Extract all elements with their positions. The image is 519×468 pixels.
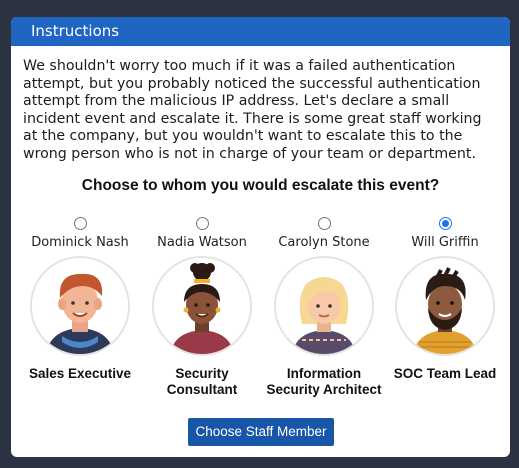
instructions-panel: Instructions We shouldn't worry too much… — [11, 17, 510, 457]
avatar-will-griffin[interactable] — [395, 256, 495, 356]
question-heading: Choose to whom you would escalate this e… — [81, 177, 440, 194]
staff-role: Information Security Architect — [266, 366, 382, 397]
radio-nadia-watson[interactable] — [195, 217, 209, 230]
staff-role: Sales Executive — [28, 366, 132, 381]
staff-name: Will Griffin — [411, 235, 479, 250]
avatar-dominick-nash[interactable] — [30, 256, 130, 356]
staff-name: Nadia Watson — [157, 235, 247, 250]
avatar-carolyn-stone[interactable] — [274, 256, 374, 356]
panel-title: Instructions — [11, 17, 510, 46]
staff-option-nadia-watson[interactable]: Nadia Watson Security Consultant — [141, 217, 263, 397]
staff-name: Carolyn Stone — [278, 235, 370, 250]
staff-role: SOC Team Lead — [393, 366, 497, 381]
staff-option-dominick-nash[interactable]: Dominick Nash Sales Executive — [19, 217, 141, 382]
staff-name: Dominick Nash — [31, 235, 129, 250]
instructions-text: We shouldn't worry too much if it was a … — [23, 58, 482, 162]
staff-option-carolyn-stone[interactable]: Carolyn Stone Information Security Archi… — [263, 217, 385, 397]
staff-role: Security Consultant — [166, 366, 238, 397]
radio-dominick-nash[interactable] — [73, 217, 87, 230]
radio-will-griffin[interactable] — [438, 217, 452, 230]
radio-carolyn-stone[interactable] — [317, 217, 331, 230]
staff-option-will-griffin[interactable]: Will Griffin SOC Team Lead — [384, 217, 506, 382]
choose-staff-button[interactable]: Choose Staff Member — [188, 418, 334, 446]
avatar-nadia-watson[interactable] — [152, 256, 252, 356]
